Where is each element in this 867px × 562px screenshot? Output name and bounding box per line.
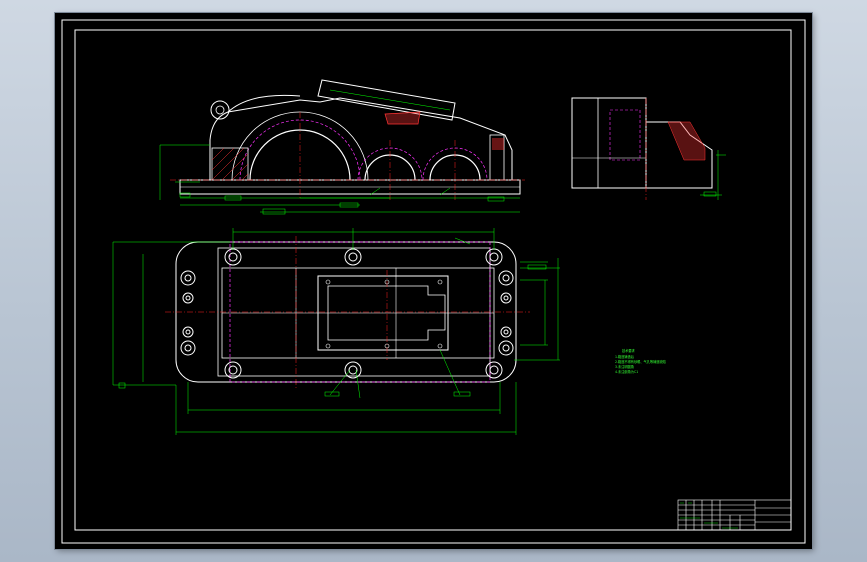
outer-border [61, 19, 806, 544]
side-hidden [609, 109, 641, 161]
title-block-text-marks [680, 502, 738, 529]
left-section-hatch [211, 147, 249, 181]
upper-lug [227, 94, 301, 113]
cad-viewport: 技术要求 1.箱座铸造后 2.箱座不得有砂眼、气孔等铸造缺陷 3.未注明圆角 4… [0, 0, 867, 562]
side-view [571, 97, 726, 200]
left-section [211, 147, 249, 181]
notes-line-1: 1.箱座铸造后 [615, 354, 635, 359]
side-section-hatch [667, 121, 706, 161]
cover-hatch [384, 111, 421, 125]
right-rib-hatch [492, 138, 504, 150]
housing-outline [209, 97, 513, 180]
plan-dimensions [112, 228, 560, 435]
notes-line-2: 2.箱座不得有砂眼、气孔等铸造缺陷 [615, 359, 666, 364]
window-screws [325, 279, 443, 349]
cover-dim [329, 89, 451, 111]
left-boss-hole [215, 105, 225, 115]
notes-line-3: 3.未注明圆角 [615, 364, 634, 369]
inner-frame [74, 29, 792, 531]
front-elevation-view [159, 79, 525, 215]
drawing-window[interactable]: 技术要求 1.箱座铸造后 2.箱座不得有砂眼、气孔等铸造缺陷 3.未注明圆角 4… [55, 13, 812, 549]
side-body [571, 97, 647, 189]
notes-line-4: 4.未注倒角为C1 [615, 369, 638, 374]
notes-heading: 技术要求 [622, 348, 636, 353]
drawing-canvas[interactable]: 技术要求 1.箱座铸造后 2.箱座不得有砂眼、气孔等铸造缺陷 3.未注明圆角 4… [55, 13, 812, 549]
title-block [677, 499, 792, 531]
plan-view [112, 228, 560, 435]
technical-notes: 技术要求 1.箱座铸造后 2.箱座不得有砂眼、气孔等铸造缺陷 3.未注明圆角 4… [615, 348, 666, 374]
